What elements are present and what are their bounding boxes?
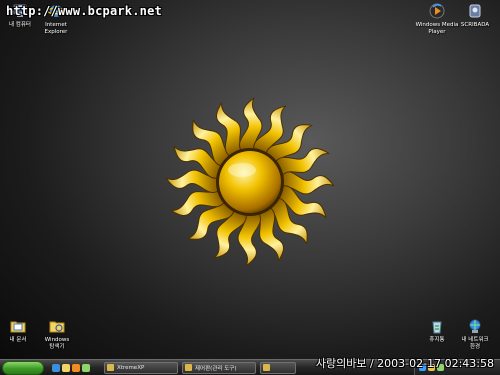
desktop-icon-label: 휴지통 — [429, 337, 445, 343]
desktop-icon-label: SCRIBADA — [460, 22, 490, 28]
network-icon — [466, 317, 484, 335]
folder-icon — [107, 364, 114, 371]
sun-core — [219, 151, 281, 213]
explorer-icon — [48, 317, 66, 335]
folder-icon — [185, 364, 192, 371]
desktop-icon-label: 내 네트워크 환경 — [461, 337, 489, 350]
quick-launch-ie-icon[interactable] — [52, 363, 60, 372]
quick-launch — [52, 363, 90, 372]
desktop-icon-label: 내 컴퓨터 — [9, 22, 31, 28]
desktop-icon-label: Windows 탐색기 — [44, 337, 70, 350]
desktop-icon-label: Internet Explorer — [44, 22, 68, 35]
media-player-icon — [428, 2, 446, 20]
recycle-bin-icon — [428, 317, 446, 335]
window-icon — [263, 364, 270, 371]
taskbar-button-control-panel[interactable]: 제어판(관리 도구) — [182, 361, 256, 374]
desktop-icon-windows-explorer[interactable]: Windows 탐색기 — [30, 317, 84, 351]
quick-launch-folder-icon[interactable] — [62, 363, 70, 372]
watermark-text: http://www.bcpark.net — [6, 4, 162, 18]
desktop-icon-label: 내 문서 — [9, 337, 27, 343]
date-stamp: 사랑의바보 / 2003-02-17 02:43:58 — [315, 357, 494, 370]
scribada-icon — [466, 2, 484, 20]
folder-icon — [9, 317, 27, 335]
start-button[interactable] — [2, 360, 44, 375]
wallpaper-sun-logo — [160, 92, 340, 272]
taskbar-button-xtremexp[interactable]: XtremeXP — [104, 361, 178, 374]
taskbar-button-third[interactable] — [260, 361, 296, 374]
desktop-icon-scribada[interactable]: SCRIBADA — [448, 2, 500, 29]
quick-launch-media-icon[interactable] — [72, 363, 80, 372]
desktop-icon-my-network[interactable]: 내 네트워크 환경 — [448, 317, 500, 351]
sun-graphic — [165, 97, 335, 267]
quick-launch-desktop-icon[interactable] — [82, 363, 90, 372]
